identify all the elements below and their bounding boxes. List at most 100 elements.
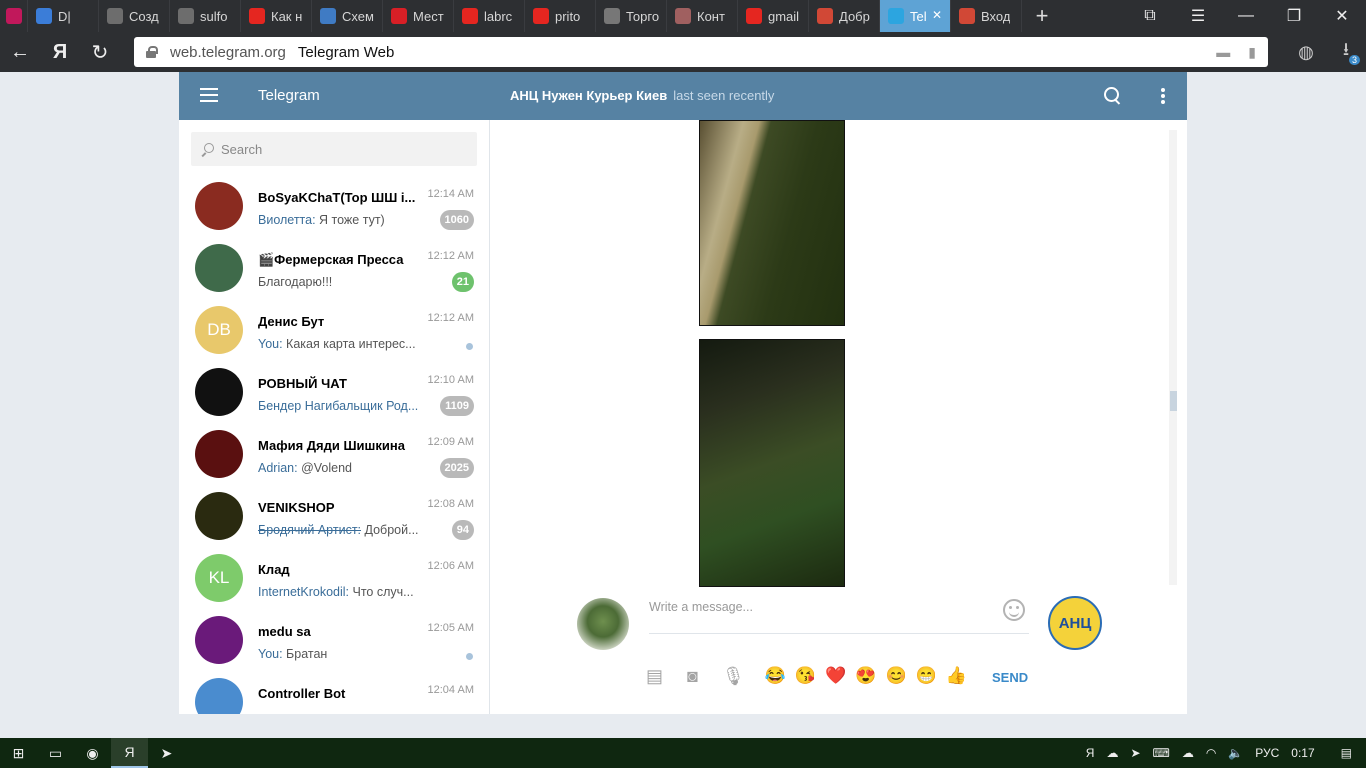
hamburger-menu-icon[interactable]: [200, 88, 218, 102]
attach-file-icon[interactable]: ▤: [646, 666, 663, 687]
browser-tab[interactable]: Созд: [99, 0, 170, 32]
message-input[interactable]: Write a message...: [649, 600, 1029, 634]
browser-tab[interactable]: Tel ✕: [880, 0, 951, 32]
dialog-item[interactable]: Controller Bot 12:04 AM: [179, 672, 489, 714]
photo-message[interactable]: [699, 120, 845, 326]
bookmark-icon[interactable]: ▮: [1248, 44, 1256, 61]
dialog-time: 12:12 AM: [427, 250, 474, 262]
photo-message[interactable]: [699, 339, 845, 587]
dialog-item[interactable]: DB Денис Бут 12:12 AM You: Какая карта инте…: [179, 300, 489, 362]
dialog-item[interactable]: medu sa 12:05 AM You: Братан: [179, 610, 489, 672]
yandex-browser-icon[interactable]: Я: [111, 738, 148, 768]
emoji-panel-icon[interactable]: [1003, 599, 1025, 621]
dialog-time: 12:08 AM: [427, 498, 474, 510]
emoji-shortcut[interactable]: 👍: [946, 666, 967, 685]
dialog-item[interactable]: Мафия Дяди Шишкина 12:09 AM Adrian: @Volen…: [179, 424, 489, 486]
dialog-item[interactable]: KL Клад 12:06 AM InternetKrokodil: Что случ…: [179, 548, 489, 610]
notifications-icon[interactable]: ▤: [1341, 746, 1352, 760]
emoji-shortcut[interactable]: ❤️: [825, 666, 846, 685]
browser-tab[interactable]: Вход: [951, 0, 1022, 32]
dialog-avatar: [195, 182, 243, 230]
dialog-name: Controller Bot: [258, 686, 346, 701]
send-button[interactable]: SEND: [992, 670, 1028, 685]
dialog-name: Денис Бут: [258, 314, 325, 329]
browser-tab[interactable]: Мест: [383, 0, 454, 32]
cloud-tray-icon[interactable]: ☁: [1106, 746, 1118, 760]
dialog-item[interactable]: VENIKSHOP 12:08 AM Бродячий Артист: Доброй…: [179, 486, 489, 548]
microphone-icon[interactable]: 🎙: [722, 666, 745, 687]
dialog-item[interactable]: РОВНЫЙ ЧАТ 12:10 AM Бендер Нагибальщик Род…: [179, 362, 489, 424]
close-window-button[interactable]: ✕: [1318, 0, 1366, 32]
browser-tab[interactable]: Добр: [809, 0, 880, 32]
telegram-tray-icon[interactable]: ➤: [1130, 746, 1140, 760]
dialog-preview: You: Братан: [258, 647, 428, 661]
emoji-shortcut[interactable]: 😁: [916, 666, 937, 685]
search-input[interactable]: Search: [191, 132, 477, 166]
tab-label: Как н: [271, 8, 303, 24]
scrollbar-track[interactable]: [1169, 130, 1177, 585]
dialog-item[interactable]: BoSyaKChaT(Top ШШ i... 12:14 AM Виолетта: …: [179, 176, 489, 238]
telegram-icon: [888, 8, 904, 24]
tab-label: sulfo: [200, 8, 228, 24]
reload-button[interactable]: ↻: [80, 32, 120, 72]
volume-icon[interactable]: 🔈: [1228, 746, 1243, 760]
minimize-button[interactable]: —: [1222, 0, 1270, 32]
yandex-home-button[interactable]: Я: [40, 32, 80, 72]
chrome-icon[interactable]: ◉: [74, 738, 111, 768]
camera-icon[interactable]: ◙: [687, 666, 698, 687]
address-bar[interactable]: web.telegram.org Telegram Web ▬ ▮: [134, 37, 1268, 67]
cloud-icon: [178, 8, 194, 24]
dialog-item[interactable]: 🎬Фермерская Пресса 12:12 AM Благодарю!!! 21: [179, 238, 489, 300]
peer-name: АНЦ Нужен Курьер Киев: [510, 88, 668, 103]
globe-icon[interactable]: ◍: [1286, 42, 1326, 63]
clock[interactable]: 0:17: [1291, 746, 1314, 760]
onedrive-tray-icon[interactable]: ☁: [1182, 746, 1194, 760]
peer-info[interactable]: АНЦ Нужен Курьер Киев last seen recently: [510, 88, 774, 103]
browser-tab[interactable]: Схем: [312, 0, 383, 32]
browser-tab[interactable]: [0, 0, 28, 32]
peer-status: last seen recently: [673, 88, 775, 103]
dialog-avatar: [195, 492, 243, 540]
page-icon: [604, 8, 620, 24]
menu-icon[interactable]: ☰: [1174, 0, 1222, 32]
restore-button[interactable]: ❐: [1270, 0, 1318, 32]
task-view-icon[interactable]: ▭: [37, 738, 74, 768]
dialog-name: VENIKSHOP: [258, 500, 335, 515]
peer-avatar[interactable]: АНЦ: [1048, 596, 1102, 650]
browser-tab[interactable]: Конт: [667, 0, 738, 32]
language-indicator[interactable]: РУС: [1255, 746, 1279, 760]
emoji-shortcut[interactable]: 😂: [765, 666, 786, 685]
emoji-shortcut[interactable]: 😍: [855, 666, 876, 685]
emoji-shortcut[interactable]: 😘: [795, 666, 816, 685]
video-icon: [36, 8, 52, 24]
more-options-icon[interactable]: [1161, 88, 1165, 106]
scrollbar-thumb[interactable]: [1170, 391, 1177, 411]
windows-start-icon[interactable]: ⊞: [0, 738, 37, 768]
dialog-preview: You: Какая карта интерес...: [258, 337, 428, 351]
read-status-dot: [466, 653, 473, 660]
back-button[interactable]: ←: [0, 32, 40, 72]
browser-tab[interactable]: prito: [525, 0, 596, 32]
browser-tab[interactable]: D|: [28, 0, 99, 32]
dialog-name: 🎬Фермерская Пресса: [258, 252, 404, 267]
yandex-tray-icon[interactable]: Я: [1086, 746, 1095, 760]
browser-tab[interactable]: gmail: [738, 0, 809, 32]
telegram-taskbar-icon[interactable]: ➤: [148, 738, 185, 768]
browser-tab[interactable]: sulfo: [170, 0, 241, 32]
emoji-shortcut[interactable]: 😊: [885, 666, 906, 685]
browser-tab[interactable]: Торго: [596, 0, 667, 32]
unread-badge: 1109: [440, 396, 474, 416]
new-tab-button[interactable]: +: [1022, 0, 1062, 32]
tab-label: Добр: [839, 8, 870, 24]
download-icon[interactable]: ⭳ 3: [1326, 37, 1366, 67]
input-tray-icon[interactable]: ⌨: [1153, 746, 1170, 760]
tab-manager-icon[interactable]: ⧉: [1126, 0, 1174, 32]
dialog-sender: You:: [258, 647, 283, 661]
search-icon[interactable]: [1104, 87, 1122, 105]
browser-tab[interactable]: labrc: [454, 0, 525, 32]
browser-tab[interactable]: Как н: [241, 0, 312, 32]
tab-label: Вход: [981, 8, 1011, 24]
close-tab-icon[interactable]: ✕: [932, 8, 942, 22]
wifi-icon[interactable]: ◠: [1206, 746, 1216, 760]
comment-icon[interactable]: ▬: [1216, 44, 1230, 61]
